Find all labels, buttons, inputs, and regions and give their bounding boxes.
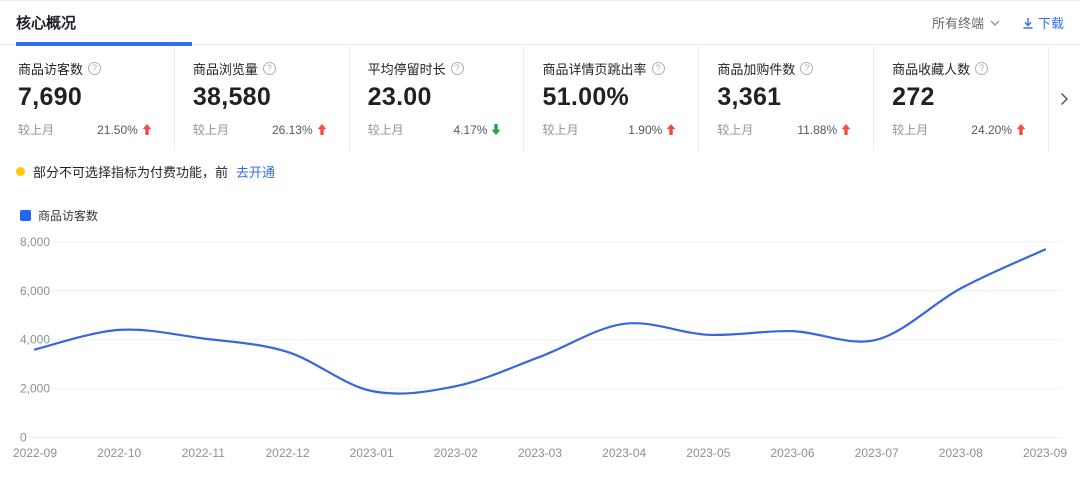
metric-value: 38,580 xyxy=(193,83,327,112)
download-label: 下载 xyxy=(1038,13,1064,32)
trend-up-icon xyxy=(666,124,676,135)
yellow-dot-icon xyxy=(16,167,25,176)
terminal-filter-dropdown[interactable]: 所有终端 xyxy=(932,13,1000,32)
metric-value: 3,361 xyxy=(717,83,851,112)
metric-card[interactable]: 商品浏览量 ? 38,580 较上月 26.13% xyxy=(175,46,350,151)
info-icon[interactable]: ? xyxy=(88,62,101,75)
compare-period-label: 较上月 xyxy=(368,121,404,138)
info-icon[interactable]: ? xyxy=(652,62,665,75)
change-percent: 21.50% xyxy=(97,123,138,137)
change-percent: 11.88% xyxy=(797,123,837,137)
compare-period-label: 较上月 xyxy=(542,121,578,138)
x-axis-label: 2023-04 xyxy=(602,446,646,460)
legend-item-visitors[interactable]: 商品访客数 xyxy=(20,207,98,224)
y-axis-label: 0 xyxy=(20,431,27,445)
y-axis-label: 4,000 xyxy=(20,333,50,347)
info-icon[interactable]: ? xyxy=(451,62,464,75)
topbar-actions: 所有终端 下载 xyxy=(932,13,1064,32)
x-axis-label: 2023-07 xyxy=(855,446,899,460)
metric-card[interactable]: 商品详情页跳出率 ? 51.00% 较上月 1.90% xyxy=(524,46,699,151)
info-icon[interactable]: ? xyxy=(263,62,276,75)
x-axis-label: 2023-02 xyxy=(434,446,478,460)
terminal-filter-label: 所有终端 xyxy=(932,13,984,32)
compare-period-label: 较上月 xyxy=(18,121,54,138)
change-percent: 26.13% xyxy=(272,123,313,137)
activate-link[interactable]: 去开通 xyxy=(236,162,275,181)
x-axis-label: 2022-10 xyxy=(97,446,141,460)
metric-value: 272 xyxy=(892,83,1026,112)
paid-feature-notice: 部分不可选择指标为付费功能，前去开通 xyxy=(16,162,275,181)
download-button[interactable]: 下载 xyxy=(1022,13,1064,32)
metric-card[interactable]: 商品访客数 ? 7,690 较上月 21.50% xyxy=(0,46,175,151)
metric-cards-row: 商品访客数 ? 7,690 较上月 21.50% 商品浏览量 ? 38,580 xyxy=(0,46,1080,151)
x-axis-label: 2022-11 xyxy=(182,446,225,460)
x-axis-label: 2023-03 xyxy=(518,446,562,460)
core-overview-page: 核心概况 所有终端 下载 商品访客数 ? 7,690 xyxy=(0,0,1080,480)
change-percent: 1.90% xyxy=(628,123,662,137)
trend-up-icon xyxy=(142,124,152,135)
x-axis-label: 2022-09 xyxy=(13,446,57,460)
compare-period-label: 较上月 xyxy=(193,121,229,138)
x-axis-label: 2023-05 xyxy=(686,446,730,460)
next-metrics-button[interactable] xyxy=(1049,46,1080,151)
metric-label: 商品浏览量 xyxy=(193,59,258,78)
metric-label: 商品加购件数 xyxy=(717,59,795,78)
trend-up-icon xyxy=(317,124,327,135)
x-axis-label: 2023-01 xyxy=(350,446,394,460)
metric-value: 23.00 xyxy=(368,83,502,112)
trend-up-icon xyxy=(1016,124,1026,135)
download-icon xyxy=(1022,17,1034,29)
trend-up-icon xyxy=(841,124,851,135)
y-axis-label: 6,000 xyxy=(20,284,50,298)
x-axis-label: 2022-12 xyxy=(265,446,309,460)
metric-label: 平均停留时长 xyxy=(368,59,446,78)
change-percent: 24.20% xyxy=(971,123,1012,137)
x-axis-label: 2023-06 xyxy=(770,446,814,460)
metric-label: 商品收藏人数 xyxy=(892,59,970,78)
metric-card[interactable]: 商品收藏人数 ? 272 较上月 24.20% xyxy=(874,46,1049,151)
info-icon[interactable]: ? xyxy=(975,62,988,75)
legend-swatch-icon xyxy=(20,210,31,221)
metric-value: 51.00% xyxy=(542,83,676,112)
metric-label: 商品详情页跳出率 xyxy=(542,59,646,78)
metric-label: 商品访客数 xyxy=(18,59,83,78)
metric-value: 7,690 xyxy=(18,83,152,112)
trend-down-icon xyxy=(491,124,501,135)
x-axis-label: 2023-08 xyxy=(939,446,983,460)
y-axis-label: 2,000 xyxy=(20,382,50,396)
legend-label: 商品访客数 xyxy=(38,207,98,224)
topbar: 核心概况 所有终端 下载 xyxy=(0,1,1080,45)
compare-period-label: 较上月 xyxy=(717,121,753,138)
visitors-series-line xyxy=(35,250,1045,394)
info-icon[interactable]: ? xyxy=(800,62,813,75)
change-percent: 4.17% xyxy=(453,123,487,137)
x-axis-label: 2023-09 xyxy=(1023,446,1067,460)
compare-period-label: 较上月 xyxy=(892,121,928,138)
chevron-right-icon xyxy=(1060,92,1069,106)
y-axis-label: 8,000 xyxy=(20,235,50,249)
metric-card[interactable]: 平均停留时长 ? 23.00 较上月 4.17% xyxy=(350,46,525,151)
tab-core-overview[interactable]: 核心概况 xyxy=(16,12,76,33)
notice-text: 部分不可选择指标为付费功能，前 xyxy=(33,162,228,181)
chevron-down-icon xyxy=(990,20,1000,26)
metric-card[interactable]: 商品加购件数 ? 3,361 较上月 11.88% xyxy=(699,46,874,151)
visitors-line-chart[interactable]: 0 2,000 4,000 6,000 8,000 2022-09 2022-10 2022-… xyxy=(0,226,1080,480)
